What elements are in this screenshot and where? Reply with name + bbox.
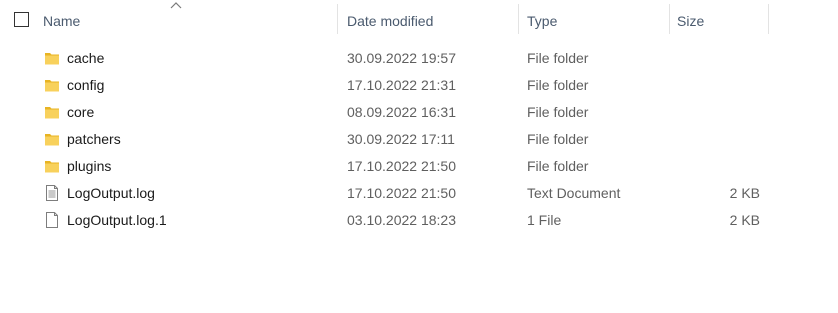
column-header-bar: Name Date modified Type Size — [0, 0, 838, 40]
column-divider[interactable] — [669, 4, 670, 34]
file-name: LogOutput.log — [67, 185, 155, 201]
column-header-name[interactable]: Name — [43, 12, 80, 30]
folder-icon — [45, 134, 59, 146]
folder-icon — [45, 53, 59, 65]
folder-icon — [45, 80, 59, 92]
file-name: config — [67, 77, 105, 93]
file-row-cache[interactable]: cache 30.09.2022 19:57 File folder — [0, 45, 838, 72]
file-type: File folder — [527, 50, 589, 66]
file-row-logoutput-log[interactable]: LogOutput.log 17.10.2022 21:50 Text Docu… — [0, 180, 838, 207]
file-size — [670, 153, 760, 180]
column-divider[interactable] — [337, 4, 338, 34]
column-header-date-modified[interactable]: Date modified — [347, 12, 433, 30]
file-type: 1 File — [527, 212, 562, 228]
chevron-up-icon[interactable] — [169, 0, 183, 10]
file-type: Text Document — [527, 185, 621, 201]
select-all-checkbox[interactable] — [14, 12, 29, 27]
file-date-modified: 17.10.2022 21:50 — [347, 185, 456, 201]
file-date-modified: 08.09.2022 16:31 — [347, 104, 456, 120]
column-divider[interactable] — [768, 4, 769, 34]
file-type: File folder — [527, 158, 589, 174]
file-size — [670, 126, 760, 153]
file-type: File folder — [527, 77, 589, 93]
file-type: File folder — [527, 104, 589, 120]
file-name: plugins — [67, 158, 112, 174]
file-size — [670, 72, 760, 99]
file-date-modified: 17.10.2022 21:31 — [347, 77, 456, 93]
file-size — [670, 99, 760, 126]
column-header-type[interactable]: Type — [527, 12, 557, 30]
file-date-modified: 30.09.2022 19:57 — [347, 50, 456, 66]
file-icon — [46, 212, 58, 228]
file-row-plugins[interactable]: plugins 17.10.2022 21:50 File folder — [0, 153, 838, 180]
folder-icon — [45, 161, 59, 173]
file-size: 2 KB — [729, 185, 760, 201]
file-date-modified: 17.10.2022 21:50 — [347, 158, 456, 174]
file-list: cache 30.09.2022 19:57 File folder confi… — [0, 45, 838, 234]
file-size: 2 KB — [729, 212, 760, 228]
text-document-icon — [46, 185, 58, 201]
file-explorer-list: Name Date modified Type Size cache 30.09… — [0, 0, 838, 313]
file-row-config[interactable]: config 17.10.2022 21:31 File folder — [0, 72, 838, 99]
file-name: core — [67, 104, 95, 120]
file-size — [670, 45, 760, 72]
file-name: patchers — [67, 131, 121, 147]
file-date-modified: 03.10.2022 18:23 — [347, 212, 456, 228]
folder-icon — [45, 107, 59, 119]
file-type: File folder — [527, 131, 589, 147]
file-row-logoutput-log-1[interactable]: LogOutput.log.1 03.10.2022 18:23 1 File … — [0, 207, 838, 234]
file-row-patchers[interactable]: patchers 30.09.2022 17:11 File folder — [0, 126, 838, 153]
file-date-modified: 30.09.2022 17:11 — [347, 131, 455, 147]
file-name: cache — [67, 50, 105, 66]
file-row-core[interactable]: core 08.09.2022 16:31 File folder — [0, 99, 838, 126]
column-divider[interactable] — [518, 4, 519, 34]
file-name: LogOutput.log.1 — [67, 212, 167, 228]
column-header-size[interactable]: Size — [677, 12, 704, 30]
